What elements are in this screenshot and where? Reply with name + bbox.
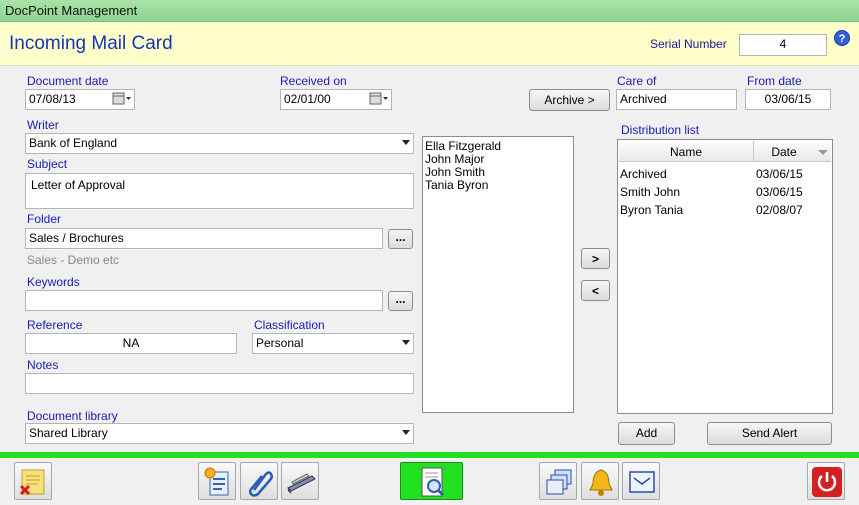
attach-button[interactable] (240, 462, 278, 500)
table-row[interactable]: Archived 03/06/15 (620, 167, 830, 185)
table-row[interactable]: Smith John 03/06/15 (620, 185, 830, 203)
app-title: DocPoint Management (5, 3, 138, 18)
bell-icon (589, 469, 613, 496)
serial-number-field[interactable]: 4 (739, 34, 827, 56)
search-document-button[interactable] (400, 462, 463, 500)
keywords-browse-button[interactable]: ... (388, 291, 413, 311)
delete-note-button[interactable] (14, 462, 52, 500)
delete-note-icon (19, 469, 45, 496)
notes-field[interactable] (25, 373, 414, 394)
care-of-field[interactable]: Archived (616, 89, 737, 110)
available-people-list[interactable]: Ella Fitzgerald John Major John Smith Ta… (422, 136, 574, 413)
bottom-toolbar (0, 458, 859, 505)
add-button[interactable]: Add (618, 422, 675, 445)
add-to-distribution-button[interactable]: > (581, 248, 610, 269)
folder-browse-button[interactable]: ... (388, 229, 413, 249)
classification-value: Personal (256, 336, 304, 350)
copy-windows-icon (546, 469, 572, 495)
power-icon (812, 467, 842, 497)
serial-number-label: Serial Number (650, 37, 727, 51)
new-document-icon (204, 467, 229, 496)
from-date-label: From date (747, 74, 802, 88)
new-document-button[interactable] (198, 462, 236, 500)
page-title: Incoming Mail Card (9, 33, 173, 54)
row-date: 03/06/15 (756, 167, 803, 181)
title-bar: DocPoint Management (0, 0, 859, 22)
received-on-value: 02/01/00 (284, 92, 331, 106)
scan-button[interactable] (281, 462, 319, 500)
document-library-label: Document library (27, 409, 118, 423)
chevron-down-icon (402, 430, 410, 435)
classification-select[interactable]: Personal (252, 333, 414, 354)
help-icon[interactable]: ? (834, 30, 850, 46)
folder-field[interactable]: Sales / Brochures (25, 228, 383, 249)
table-row[interactable]: Byron Tania 02/08/07 (620, 203, 830, 221)
document-date-label: Document date (27, 74, 109, 88)
row-name: Smith John (620, 185, 681, 199)
document-date-field[interactable]: 07/08/13 (25, 89, 135, 110)
search-document-icon (421, 467, 445, 497)
scanner-icon (287, 473, 316, 494)
from-date-field[interactable]: 03/06/15 (745, 89, 831, 110)
notes-label: Notes (27, 358, 59, 372)
alert-bell-button[interactable] (581, 462, 619, 500)
sort-arrow-icon[interactable] (818, 150, 828, 155)
subject-label: Subject (27, 157, 68, 171)
document-library-select[interactable]: Shared Library (25, 423, 414, 444)
exit-button[interactable] (807, 462, 845, 500)
svg-text:?: ? (839, 33, 846, 45)
subject-field[interactable]: Letter of Approval (25, 173, 414, 209)
reference-label: Reference (27, 318, 83, 332)
send-alert-button[interactable]: Send Alert (707, 422, 832, 445)
header-band: Incoming Mail Card Serial Number 4 ? (0, 22, 859, 66)
document-library-value: Shared Library (29, 426, 108, 440)
folder-hint: Sales - Demo etc (27, 253, 120, 267)
copy-windows-button[interactable] (539, 462, 577, 500)
mail-icon (629, 471, 655, 493)
column-header-name[interactable]: Name (619, 145, 753, 159)
keywords-field[interactable] (25, 290, 383, 311)
writer-value: Bank of England (29, 136, 118, 150)
received-on-field[interactable]: 02/01/00 (280, 89, 392, 110)
keywords-label: Keywords (27, 275, 80, 289)
row-date: 02/08/07 (756, 203, 803, 217)
archive-button[interactable]: Archive > (529, 89, 610, 111)
distribution-table[interactable]: Name Date Archived 03/06/15 Smith John 0… (617, 139, 833, 414)
care-of-label: Care of (617, 74, 657, 88)
classification-label: Classification (254, 318, 325, 332)
folder-label: Folder (27, 212, 62, 226)
column-header-date[interactable]: Date (754, 145, 814, 159)
row-name: Byron Tania (620, 203, 684, 217)
row-name: Archived (620, 167, 667, 181)
mail-button[interactable] (622, 462, 660, 500)
table-header: Name Date (619, 141, 831, 162)
attachment-icon (248, 471, 274, 497)
row-date: 03/06/15 (756, 185, 803, 199)
received-on-label: Received on (280, 74, 347, 88)
chevron-down-icon (402, 140, 410, 145)
remove-from-distribution-button[interactable]: < (581, 280, 610, 301)
calendar-icon[interactable] (112, 92, 132, 108)
reference-field[interactable]: NA (25, 333, 237, 354)
calendar-icon[interactable] (369, 92, 389, 108)
writer-select[interactable]: Bank of England (25, 133, 414, 154)
writer-label: Writer (27, 118, 59, 132)
document-date-value: 07/08/13 (29, 92, 76, 106)
list-item[interactable]: Tania Byron (423, 179, 573, 192)
distribution-list-label: Distribution list (621, 123, 700, 137)
chevron-down-icon (402, 340, 410, 345)
